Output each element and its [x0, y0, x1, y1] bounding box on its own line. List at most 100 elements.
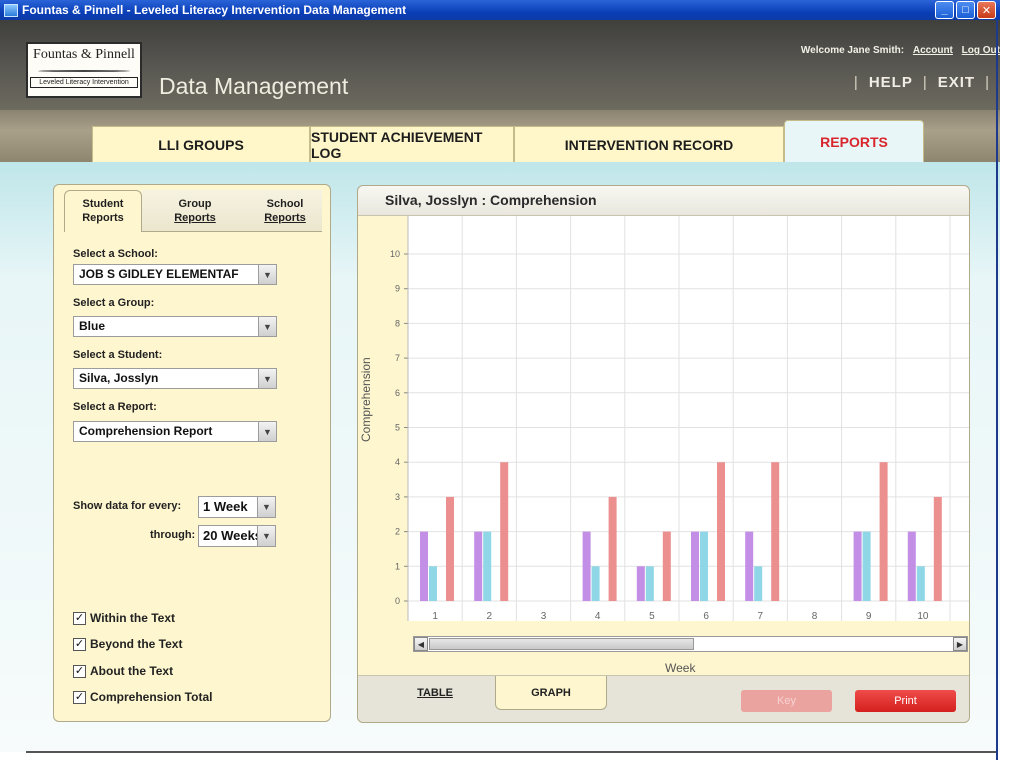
- y-tick-label: 2: [395, 527, 400, 537]
- app-icon: [4, 3, 18, 17]
- comprehension-total-checkbox[interactable]: ✓ Comprehension Total: [73, 690, 212, 704]
- window-title: Fountas & Pinnell - Leveled Literacy Int…: [22, 3, 407, 17]
- x-tick-label: 1: [432, 611, 438, 622]
- maximize-button[interactable]: □: [956, 1, 975, 19]
- bar: [754, 566, 763, 601]
- student-label: Select a Student:: [73, 349, 163, 361]
- y-tick-label: 1: [395, 561, 400, 571]
- account-link[interactable]: Account: [913, 45, 953, 56]
- bar: [420, 531, 428, 601]
- welcome-bar: Welcome Jane Smith: Account Log Out: [801, 45, 1000, 56]
- chevron-down-icon: ▼: [257, 526, 275, 546]
- chevron-down-icon: ▼: [258, 369, 276, 388]
- logout-link[interactable]: Log Out: [962, 45, 1000, 56]
- comprehension-chart: 0 1 2 3 4 5 6 7 8 9 10 1 2 3 4 5 6 7 8 9 10: [390, 216, 969, 622]
- bar: [483, 531, 492, 601]
- scroll-left-icon[interactable]: ◀: [414, 637, 428, 651]
- logo-line1: Fountas & Pinnell: [33, 47, 135, 62]
- checkmark-icon: ✓: [73, 637, 86, 651]
- tab-school-reports[interactable]: School Reports: [250, 190, 320, 225]
- x-tick-label: 9: [866, 611, 872, 622]
- bar: [700, 531, 708, 601]
- exit-button[interactable]: EXIT: [938, 74, 975, 91]
- y-tick-label: 4: [395, 457, 400, 467]
- logo-line2: Leveled Literacy Intervention: [30, 77, 138, 88]
- report-select[interactable]: Comprehension Report ▼: [73, 421, 277, 442]
- y-tick-label: 9: [395, 284, 400, 294]
- tab-table[interactable]: TABLE: [375, 676, 495, 710]
- x-tick-label: 4: [595, 611, 601, 622]
- x-tick-label: 6: [703, 611, 709, 622]
- y-tick-label: 5: [395, 423, 400, 433]
- bar: [879, 462, 888, 601]
- chevron-down-icon: ▼: [258, 317, 276, 336]
- tab-lli-groups[interactable]: LLI GROUPS: [92, 126, 310, 162]
- chevron-down-icon: ▼: [257, 497, 275, 517]
- bar: [500, 462, 509, 601]
- interval-select[interactable]: 1 Week ▼: [198, 496, 276, 518]
- close-button[interactable]: ✕: [977, 1, 996, 19]
- help-button[interactable]: HELP: [869, 74, 913, 91]
- tab-group-reports[interactable]: Group Reports: [160, 190, 230, 225]
- y-tick-label: 6: [395, 388, 400, 398]
- bar: [862, 531, 871, 601]
- school-label: Select a School:: [73, 248, 158, 260]
- show-data-label: Show data for every:: [73, 500, 182, 512]
- tab-reports[interactable]: REPORTS: [784, 120, 924, 162]
- bar: [591, 566, 600, 601]
- app-header: Fountas & Pinnell Leveled Literacy Inter…: [0, 20, 1000, 110]
- checkmark-icon: ✓: [73, 664, 86, 678]
- bar: [608, 496, 617, 601]
- x-axis-label: Week: [665, 661, 696, 675]
- y-tick-label: 7: [395, 353, 400, 363]
- within-text-checkbox[interactable]: ✓ Within the Text: [73, 611, 175, 625]
- y-axis-label: Comprehension: [359, 357, 373, 442]
- x-tick-label: 3: [541, 611, 547, 622]
- scroll-thumb[interactable]: [429, 638, 694, 650]
- tab-intervention-record[interactable]: INTERVENTION RECORD: [514, 126, 784, 162]
- bar: [446, 496, 454, 601]
- report-options-panel: Student Reports Group Reports School Rep…: [53, 184, 331, 722]
- group-select[interactable]: Blue ▼: [73, 316, 277, 337]
- app-title: Data Management: [159, 73, 349, 99]
- chart-scrollbar[interactable]: ◀ ▶: [413, 636, 968, 652]
- welcome-text: Welcome Jane Smith:: [800, 45, 905, 56]
- school-select[interactable]: JOB S GIDLEY ELEMENTAF ▼: [73, 264, 277, 285]
- group-label: Select a Group:: [73, 297, 155, 309]
- tab-student-achievement-log[interactable]: STUDENT ACHIEVEMENT LOG: [310, 126, 514, 162]
- chart-area: 0 1 2 3 4 5 6 7 8 9 10 1 2 3 4 5 6 7 8 9 10: [358, 216, 969, 676]
- y-tick-label: 0: [395, 596, 400, 606]
- tab-graph[interactable]: GRAPH: [495, 676, 607, 710]
- about-text-checkbox[interactable]: ✓ About the Text: [73, 664, 173, 678]
- x-tick-label: 5: [649, 611, 655, 622]
- key-button[interactable]: Key: [741, 690, 832, 712]
- beyond-text-checkbox[interactable]: ✓ Beyond the Text: [73, 637, 182, 651]
- bar: [907, 531, 916, 601]
- view-toggle-bar: TABLE GRAPH Key Print: [358, 675, 969, 722]
- checkmark-icon: ✓: [73, 690, 86, 704]
- y-tick-label: 8: [395, 318, 400, 328]
- bar: [429, 566, 437, 601]
- through-select[interactable]: 20 Weeks ▼: [198, 525, 276, 547]
- bar: [645, 566, 654, 601]
- bar: [853, 531, 862, 601]
- x-tick-label: 10: [917, 611, 929, 622]
- tab-student-reports[interactable]: Student Reports: [64, 190, 142, 232]
- checkmark-icon: ✓: [73, 611, 86, 625]
- scroll-right-icon[interactable]: ▶: [953, 637, 967, 651]
- minimize-button[interactable]: _: [935, 1, 954, 19]
- bar: [474, 531, 483, 601]
- y-tick-label: 3: [395, 492, 400, 502]
- bar: [691, 531, 699, 601]
- chevron-down-icon: ▼: [258, 422, 276, 441]
- print-button[interactable]: Print: [855, 690, 956, 712]
- chevron-down-icon: ▼: [258, 265, 276, 284]
- student-select[interactable]: Silva, Josslyn ▼: [73, 368, 277, 389]
- through-label: through:: [150, 529, 196, 541]
- x-tick-label: 8: [812, 611, 818, 622]
- bar: [662, 531, 671, 601]
- main-nav: LLI GROUPS STUDENT ACHIEVEMENT LOG INTER…: [0, 110, 1000, 162]
- bar: [745, 531, 754, 601]
- x-tick-label: 2: [487, 611, 493, 622]
- y-tick-label: 10: [390, 249, 400, 259]
